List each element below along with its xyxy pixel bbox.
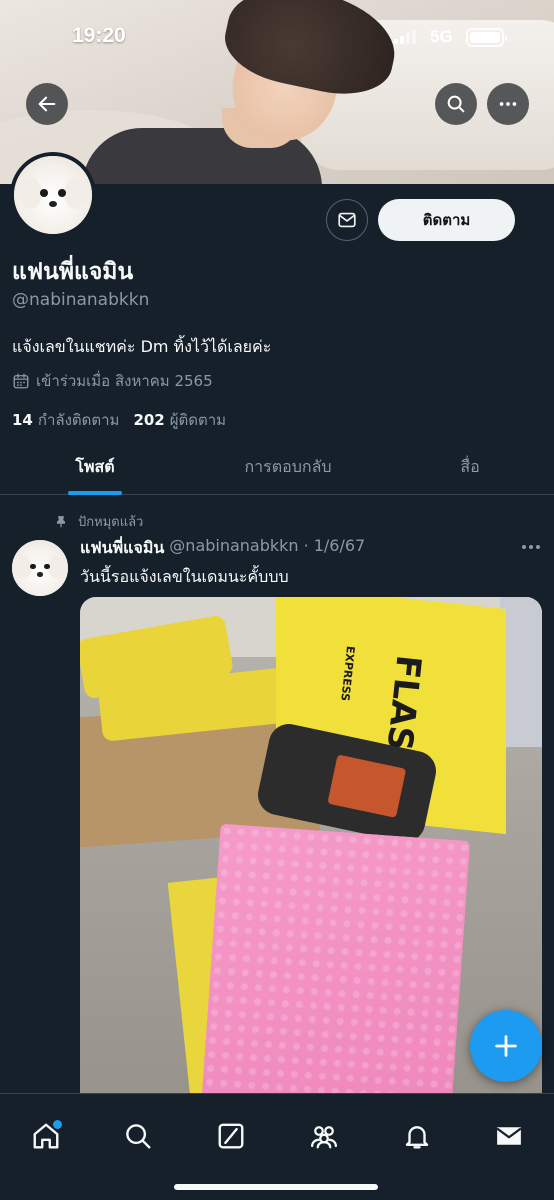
tweet-more-icon[interactable] xyxy=(518,537,544,557)
more-horizontal-icon xyxy=(499,102,517,106)
follow-button[interactable]: ติดตาม xyxy=(378,199,515,241)
tab-media[interactable]: สื่อ xyxy=(386,440,554,494)
profile-avatar[interactable] xyxy=(10,152,96,238)
back-button[interactable] xyxy=(26,83,68,125)
follow-counts: 14 กำลังติดตาม 202 ผู้ติดตาม xyxy=(12,408,226,432)
following-label: กำลังติดตาม xyxy=(37,411,120,429)
joined-label: เข้าร่วมเมื่อ สิงหาคม 2565 xyxy=(36,372,213,390)
search-icon xyxy=(447,95,465,113)
mail-icon xyxy=(496,1127,522,1145)
followers-link[interactable]: 202 ผู้ติดตาม xyxy=(133,408,226,432)
more-button[interactable] xyxy=(487,83,529,125)
calendar-icon xyxy=(13,373,29,389)
tweet-avatar[interactable] xyxy=(12,540,68,596)
battery-icon xyxy=(466,28,507,47)
status-bar: 19:20 5G xyxy=(0,0,554,70)
following-link[interactable]: 14 กำลังติดตาม xyxy=(12,408,119,432)
following-count: 14 xyxy=(12,411,33,429)
nav-search[interactable] xyxy=(118,1116,158,1156)
home-notification-dot xyxy=(53,1120,62,1129)
followers-label: ผู้ติดตาม xyxy=(169,411,227,429)
mail-icon xyxy=(338,212,356,228)
message-button[interactable] xyxy=(326,199,368,241)
profile-handle: @nabinanabkkn xyxy=(12,290,150,310)
photo-pink-envelope xyxy=(199,823,471,1117)
nav-communities[interactable] xyxy=(304,1116,344,1156)
profile-joined: เข้าร่วมเมื่อ สิงหาคม 2565 xyxy=(12,369,213,393)
search-icon xyxy=(126,1124,151,1149)
tweet-author-name[interactable]: แฟนพี่แจมิน xyxy=(80,536,164,561)
status-time: 19:20 xyxy=(72,24,126,47)
pin-icon xyxy=(56,515,66,527)
nav-messages[interactable] xyxy=(489,1116,529,1156)
arrow-left-icon xyxy=(38,96,56,112)
tweet-date[interactable]: · 1/6/67 xyxy=(304,536,366,561)
pinned-label: ปักหมุดแล้ว xyxy=(78,515,144,530)
dog-avatar-image xyxy=(14,156,92,234)
profile-bio: แจ้งเลขในแชทค่ะ Dm ทิ้งไว้ได้เลยค่ะ xyxy=(12,337,272,356)
tweet-author-handle[interactable]: @nabinanabkkn xyxy=(169,536,298,561)
photo-shelf xyxy=(500,597,542,747)
compose-button[interactable] xyxy=(470,1010,542,1082)
plus-icon xyxy=(495,1035,517,1057)
pinned-indicator: ปักหมุดแล้ว xyxy=(54,511,143,532)
communities-icon xyxy=(311,1126,337,1149)
signal-icon xyxy=(394,28,416,44)
grok-icon xyxy=(218,1123,244,1149)
network-label: 5G xyxy=(430,27,453,46)
dog-avatar-image xyxy=(12,540,68,596)
nav-grok[interactable] xyxy=(211,1116,251,1156)
search-button[interactable] xyxy=(435,83,477,125)
profile-display-name: แฟนพี่แจมิน xyxy=(12,259,134,285)
followers-count: 202 xyxy=(133,411,165,429)
profile-tabs: โพสต์ การตอบกลับ สื่อ xyxy=(0,440,554,495)
nav-home[interactable] xyxy=(26,1116,66,1156)
bell-icon xyxy=(405,1126,429,1149)
tab-posts[interactable]: โพสต์ xyxy=(0,440,190,494)
tab-replies[interactable]: การตอบกลับ xyxy=(190,440,386,494)
home-indicator xyxy=(174,1184,378,1190)
nav-notifications[interactable] xyxy=(397,1116,437,1156)
tweet-text: วันนี้รอแจ้งเลขในเดมนะคั้บบบ xyxy=(80,567,289,586)
tweet-header: แฟนพี่แจมิน @nabinanabkkn · 1/6/67 xyxy=(80,536,365,561)
